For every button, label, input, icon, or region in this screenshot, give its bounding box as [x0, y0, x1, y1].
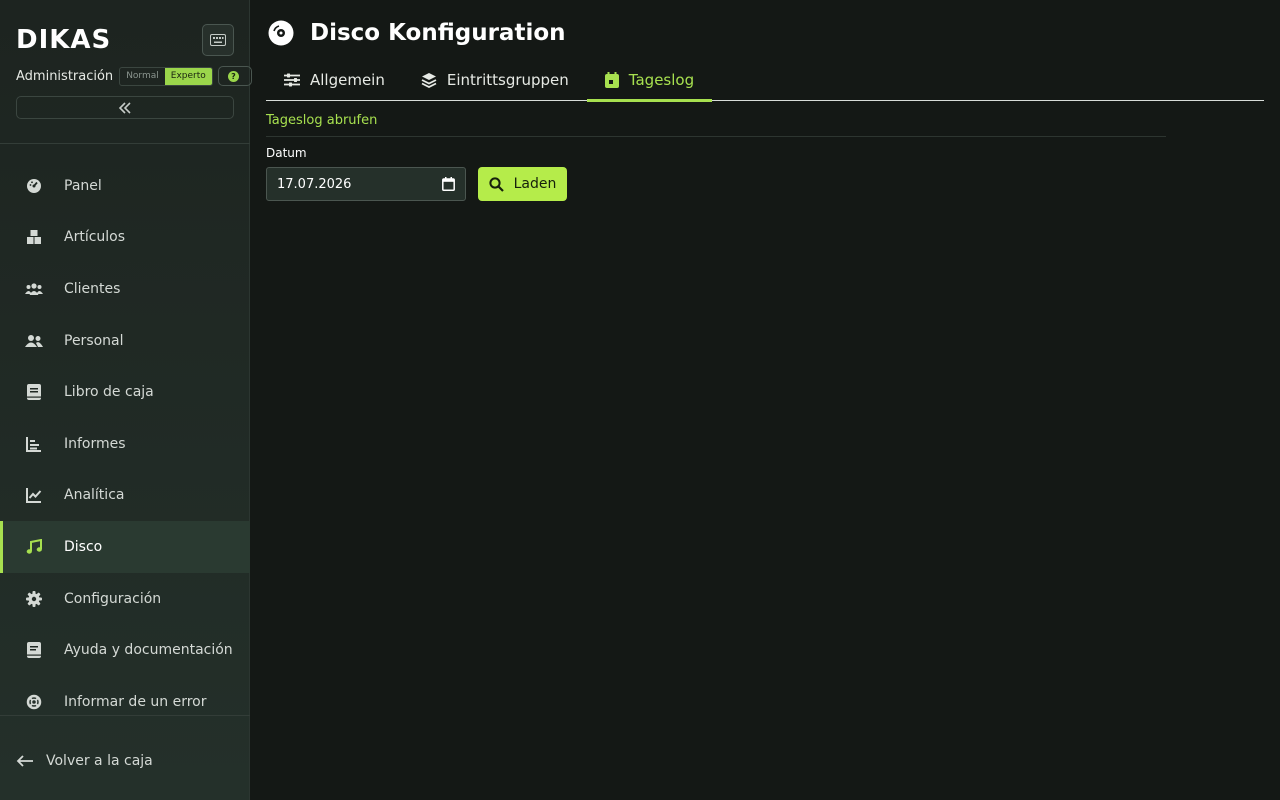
sidebar-item-informar-error[interactable]: Informar de un error: [0, 676, 250, 728]
page-title: Disco Konfiguration: [310, 20, 566, 46]
calendar-icon: [604, 72, 619, 88]
search-icon: [489, 176, 504, 192]
back-link-label: Volver a la caja: [46, 753, 153, 769]
calendar-picker-icon[interactable]: [442, 177, 455, 191]
sidebar-divider: [0, 143, 250, 144]
date-value: 17.07.2026: [277, 176, 352, 192]
analytics-icon: [24, 485, 44, 505]
reports-icon: [24, 434, 44, 454]
sidebar-item-label: Clientes: [64, 280, 121, 297]
sidebar-item-label: Ayuda y documentación: [64, 642, 233, 659]
disc-icon: [268, 20, 294, 46]
logo-text: DIKAS: [16, 25, 112, 55]
sidebar-item-label: Disco: [64, 538, 103, 555]
music-icon: [24, 537, 44, 557]
load-button-label: Laden: [513, 176, 557, 192]
tab-label: Allgemein: [310, 71, 385, 89]
keyboard-button[interactable]: [202, 24, 234, 56]
customers-icon: [24, 279, 44, 299]
collapse-sidebar-button[interactable]: [16, 96, 234, 119]
sidebar-item-analitica[interactable]: Analítica: [0, 470, 250, 522]
double-chevron-left-icon: [118, 101, 131, 114]
mode-expert-button[interactable]: Experto: [164, 67, 212, 85]
sidebar-item-label: Personal: [64, 332, 124, 349]
sidebar-item-ayuda[interactable]: Ayuda y documentación: [0, 624, 250, 676]
help-icon: ?: [228, 70, 239, 82]
staff-icon: [24, 331, 44, 351]
sidebar-item-label: Libro de caja: [64, 384, 154, 401]
sidebar-item-disco[interactable]: Disco: [0, 521, 250, 573]
sidebar-item-label: Informes: [64, 435, 126, 452]
sidebar-item-configuracion[interactable]: Configuración: [0, 573, 250, 625]
sliders-icon: [284, 73, 300, 87]
sidebar-item-label: Analítica: [64, 487, 125, 504]
book-icon: [24, 640, 44, 660]
sidebar: DIKAS Administración Normal Experto ? Pa…: [0, 0, 252, 800]
sidebar-item-personal[interactable]: Personal: [0, 315, 250, 367]
layers-icon: [421, 72, 437, 88]
arrow-left-icon: [16, 755, 34, 767]
tab-allgemein[interactable]: Allgemein: [266, 60, 403, 100]
sidebar-divider: [0, 715, 250, 716]
sidebar-item-label: Panel: [64, 177, 102, 194]
tab-label: Tageslog: [628, 71, 695, 89]
sidebar-item-informes[interactable]: Informes: [0, 418, 250, 470]
sidebar-nav: Panel Artículos Clientes Personal Libro …: [0, 160, 250, 728]
tab-bar: Allgemein Eintrittsgruppen Tageslog: [266, 60, 1264, 102]
boxes-icon: [24, 227, 44, 247]
logo: DIKAS: [16, 24, 111, 56]
sidebar-item-clientes[interactable]: Clientes: [0, 263, 250, 315]
section-divider: [266, 136, 1166, 137]
back-to-register-link[interactable]: Volver a la caja: [16, 750, 153, 772]
load-button[interactable]: Laden: [478, 167, 567, 201]
sidebar-item-label: Artículos: [64, 229, 126, 246]
date-label: Datum: [266, 146, 307, 160]
tab-tageslog[interactable]: Tageslog: [586, 60, 713, 102]
tab-eintrittsgruppen[interactable]: Eintrittsgruppen: [403, 60, 587, 100]
tab-label: Eintrittsgruppen: [446, 71, 569, 89]
sidebar-item-label: Configuración: [64, 590, 162, 607]
role-label: Administración: [16, 68, 114, 84]
keyboard-icon: [210, 34, 226, 46]
role-row: Administración Normal Experto: [16, 66, 213, 86]
sidebar-item-libro-de-caja[interactable]: Libro de caja: [0, 366, 250, 418]
help-button[interactable]: ?: [218, 66, 252, 86]
mode-normal-button[interactable]: Normal: [120, 68, 165, 85]
section-title: Tageslog abrufen: [266, 113, 378, 128]
mode-switch: Normal Experto: [119, 66, 213, 86]
sidebar-item-panel[interactable]: Panel: [0, 160, 250, 212]
sidebar-item-label: Informar de un error: [64, 693, 207, 710]
sidebar-item-articulos[interactable]: Artículos: [0, 212, 250, 264]
gear-icon: [24, 589, 44, 609]
date-input[interactable]: 17.07.2026: [266, 167, 466, 201]
dashboard-icon: [24, 176, 44, 196]
page-header: Disco Konfiguration: [268, 18, 566, 48]
lifebuoy-icon: [24, 692, 44, 712]
cashbook-icon: [24, 382, 44, 402]
